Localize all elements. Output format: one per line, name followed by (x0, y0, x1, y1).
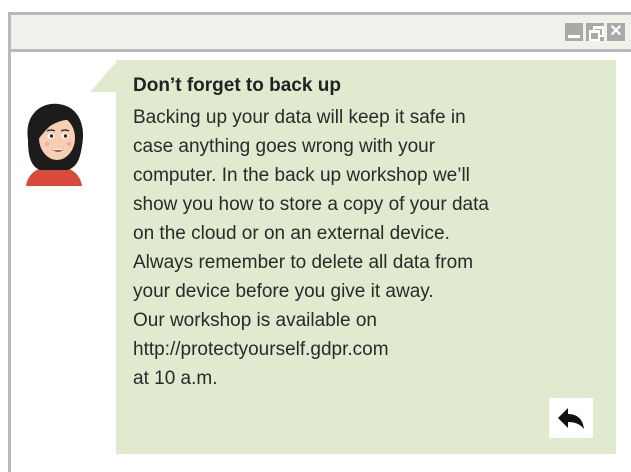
reply-arrow-icon (558, 408, 584, 429)
message-body: Backing up your data will keep it safe i… (133, 103, 600, 393)
close-icon[interactable]: ✕ (607, 23, 625, 41)
message-line: your device before you give it away. (133, 281, 434, 302)
message-line: Always remember to delete all data from (133, 252, 474, 273)
minimize-icon[interactable] (565, 23, 583, 41)
speech-bubble-tail (90, 60, 118, 92)
reply-button[interactable] (549, 398, 593, 438)
message-line: show you how to store a copy of your dat… (133, 194, 489, 215)
message-line: computer. In the back up workshop we’ll (133, 165, 470, 186)
message-line: case anything goes wrong with your (133, 136, 436, 157)
message-line: Backing up your data will keep it safe i… (133, 107, 466, 128)
message-line: Our workshop is available on (133, 310, 377, 331)
woman-avatar-icon (26, 103, 84, 186)
restore-icon[interactable] (586, 23, 604, 41)
message-link[interactable]: http://protectyourself.gdpr.com (133, 335, 600, 364)
window-titlebar: ✕ (11, 15, 631, 52)
message-bubble: Don’t forget to back up Backing up your … (116, 60, 616, 454)
message-line: at 10 a.m. (133, 368, 218, 389)
window-controls: ✕ (565, 23, 625, 41)
avatar (20, 100, 88, 188)
message-line: on the cloud or on an external device. (133, 223, 450, 244)
message-title: Don’t forget to back up (133, 75, 341, 96)
